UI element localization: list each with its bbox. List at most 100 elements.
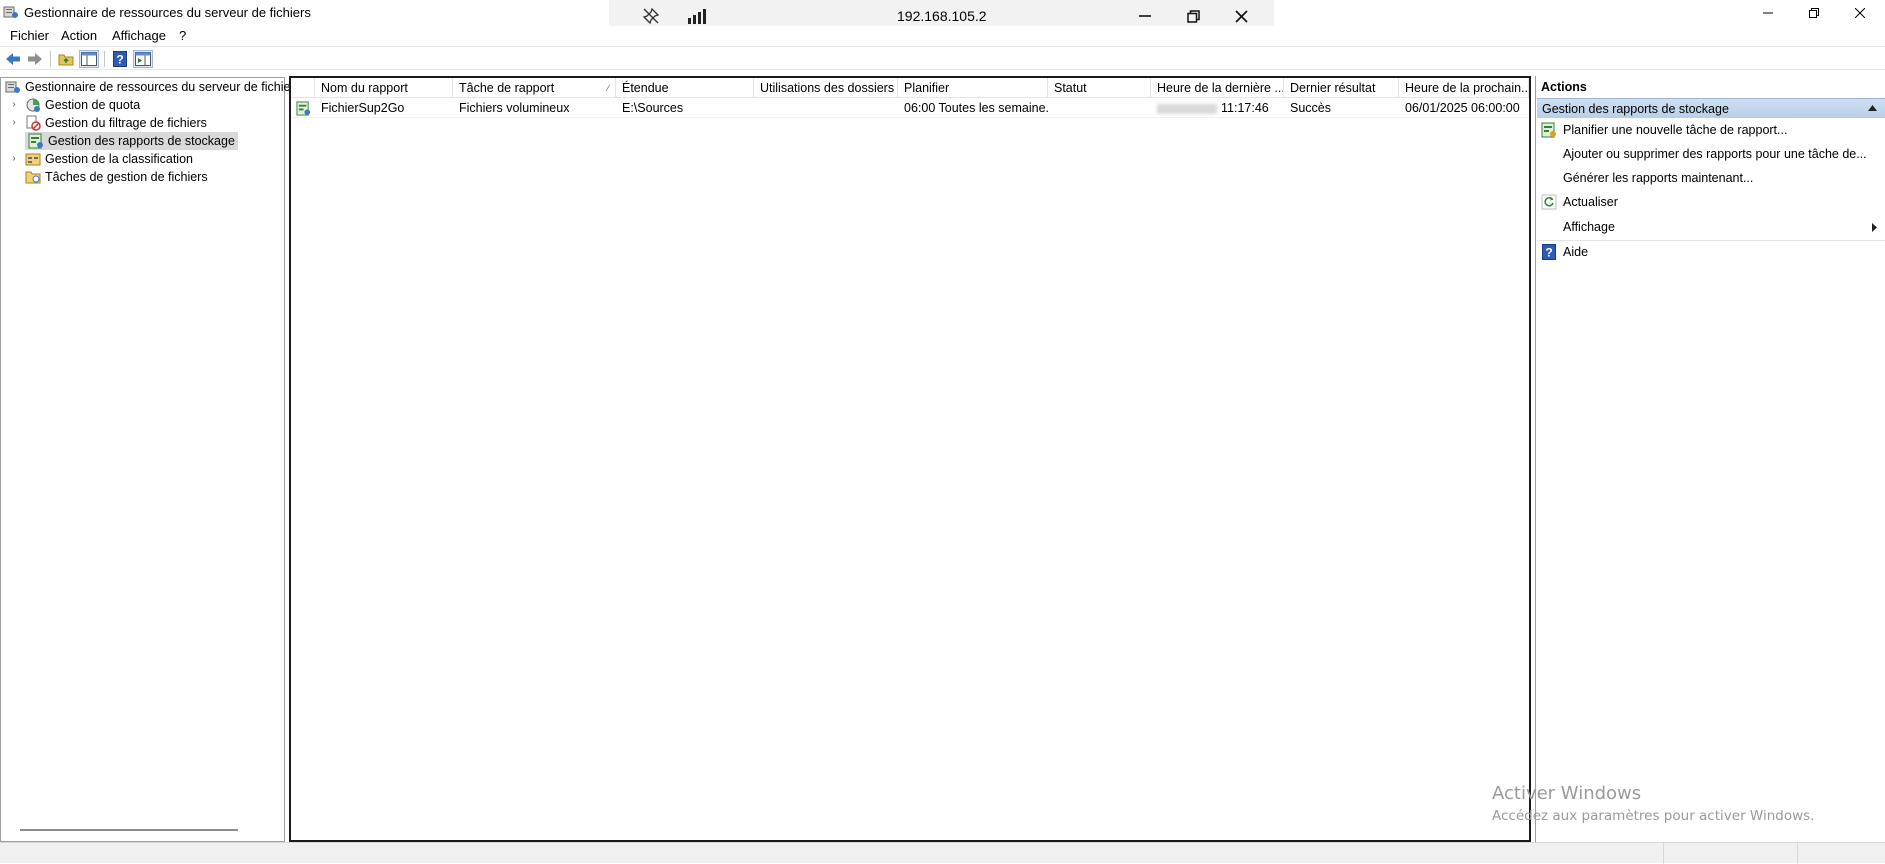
tree-item-label: Gestion des rapports de stockage bbox=[48, 134, 235, 148]
action-label: Aide bbox=[1563, 245, 1589, 259]
svg-text:?: ? bbox=[1545, 246, 1552, 260]
submenu-arrow-icon bbox=[1872, 223, 1877, 232]
status-bar-divider bbox=[1797, 843, 1798, 864]
action-label: Affichage bbox=[1563, 220, 1615, 234]
maximize-button[interactable] bbox=[1791, 0, 1837, 26]
menu-bar: Fichier Action Affichage ? bbox=[0, 26, 1885, 46]
arrow-left-icon bbox=[6, 53, 20, 65]
action-pane-icon bbox=[135, 52, 151, 66]
close-icon bbox=[1234, 9, 1248, 23]
tree-item-label: Tâches de gestion de fichiers bbox=[45, 170, 208, 184]
actions-section-header[interactable]: Gestion des rapports de stockage bbox=[1537, 98, 1885, 118]
help-button[interactable]: ? bbox=[110, 50, 130, 68]
toolbar: ? bbox=[0, 46, 1885, 70]
action-generer-rapports[interactable]: Générer les rapports maintenant... bbox=[1537, 168, 1885, 188]
column-header-nom-du-rapport[interactable]: Nom du rapport bbox=[315, 78, 453, 98]
minimize-icon bbox=[1139, 15, 1151, 17]
minimize-icon bbox=[1763, 12, 1773, 14]
tree-horizontal-scrollbar[interactable] bbox=[20, 829, 238, 831]
action-label: Générer les rapports maintenant... bbox=[1563, 171, 1754, 185]
folder-up-icon bbox=[58, 54, 74, 66]
cell-report-task: Fichiers volumineux bbox=[459, 101, 570, 115]
forward-button[interactable] bbox=[25, 50, 45, 68]
menu-action[interactable]: Action bbox=[61, 26, 97, 46]
tree-item-taches-de-gestion[interactable]: Tâches de gestion de fichiers bbox=[5, 168, 301, 186]
tree-root[interactable]: Gestionnaire de ressources du serveur de… bbox=[5, 78, 301, 96]
tree-item-gestion-des-rapports[interactable]: Gestion des rapports de stockage bbox=[5, 132, 301, 150]
menu-affichage[interactable]: Affichage bbox=[112, 26, 166, 46]
signal-bars-icon bbox=[688, 9, 706, 24]
folder-tasks-icon bbox=[25, 171, 41, 184]
activation-watermark-title: Activer Windows bbox=[1492, 783, 1642, 804]
console-tree-icon bbox=[81, 52, 97, 66]
column-header-planifier[interactable]: Planifier bbox=[898, 78, 1048, 98]
arrow-right-icon bbox=[28, 53, 42, 65]
console-tree-pane: Gestionnaire de ressources du serveur de… bbox=[0, 77, 301, 842]
expand-chevron-icon[interactable]: › bbox=[9, 114, 19, 132]
cell-schedule: 06:00 Toutes les semaine... bbox=[904, 101, 1048, 115]
minimize-button[interactable] bbox=[1745, 0, 1791, 26]
tree-selection-highlight: Gestion des rapports de stockage bbox=[25, 132, 238, 150]
action-label: Actualiser bbox=[1563, 195, 1618, 209]
actions-pane: Actions Gestion des rapports de stockage… bbox=[1535, 76, 1885, 842]
cell-next-run-time: 06/01/2025 06:00:00 bbox=[1405, 101, 1520, 115]
tree-item-gestion-de-la-classification[interactable]: › Gestion de la classification bbox=[5, 150, 301, 168]
status-bar-divider bbox=[1663, 843, 1664, 864]
action-label: Planifier une nouvelle tâche de rapport.… bbox=[1563, 123, 1788, 137]
file-server-icon bbox=[3, 6, 18, 18]
show-hide-console-tree-button[interactable] bbox=[79, 50, 99, 68]
new-report-task-icon bbox=[1541, 122, 1556, 138]
file-screen-icon bbox=[26, 115, 41, 131]
menu-help[interactable]: ? bbox=[179, 26, 186, 46]
status-bar bbox=[0, 842, 1885, 864]
tree-item-gestion-du-filtrage[interactable]: › Gestion du filtrage de fichiers bbox=[5, 114, 301, 132]
cell-status bbox=[1048, 98, 1151, 118]
action-aide[interactable]: ? Aide bbox=[1537, 242, 1885, 262]
menu-fichier[interactable]: Fichier bbox=[10, 26, 49, 46]
column-header-heure-derniere[interactable]: Heure de la dernière ... bbox=[1151, 78, 1284, 98]
cell-scope: E:\Sources bbox=[622, 101, 684, 115]
expand-chevron-icon[interactable]: › bbox=[9, 96, 19, 114]
expand-chevron-icon[interactable]: › bbox=[9, 150, 19, 168]
close-icon bbox=[1855, 8, 1865, 18]
tree-item-label: Gestion de la classification bbox=[45, 152, 193, 166]
tree-item-label: Gestion de quota bbox=[45, 98, 141, 112]
column-header-tache-de-rapport[interactable]: Tâche de rapport ⁄ bbox=[453, 78, 616, 98]
up-level-button[interactable] bbox=[56, 50, 76, 68]
collapse-up-icon[interactable] bbox=[1868, 105, 1877, 111]
column-header-label: Tâche de rapport bbox=[459, 81, 555, 95]
cell-report-name: FichierSup2Go bbox=[321, 101, 405, 115]
column-header-icon[interactable] bbox=[291, 78, 315, 98]
show-hide-action-pane-button[interactable] bbox=[133, 50, 153, 68]
action-planifier-nouvelle-tache[interactable]: Planifier une nouvelle tâche de rapport.… bbox=[1537, 120, 1885, 140]
row-icon-cell bbox=[293, 98, 315, 118]
report-tasks-list: Nom du rapport Tâche de rapport ⁄ Étendu… bbox=[289, 76, 1531, 842]
console-tree: Gestionnaire de ressources du serveur de… bbox=[5, 78, 301, 186]
back-button[interactable] bbox=[3, 50, 23, 68]
column-header-statut[interactable]: Statut bbox=[1048, 78, 1151, 98]
column-header-dernier-resultat[interactable]: Dernier résultat bbox=[1284, 78, 1399, 98]
remote-host-address: 192.168.105.2 bbox=[897, 8, 987, 24]
svg-text:?: ? bbox=[116, 53, 123, 67]
action-affichage[interactable]: Affichage bbox=[1537, 217, 1885, 237]
action-actualiser[interactable]: Actualiser bbox=[1537, 192, 1885, 212]
actions-divider bbox=[1537, 240, 1885, 241]
activation-watermark-text: Accédez aux paramètres pour activer Wind… bbox=[1492, 808, 1815, 824]
action-label: Ajouter ou supprimer des rapports pour u… bbox=[1563, 147, 1867, 161]
action-ajouter-supprimer-rapports[interactable]: Ajouter ou supprimer des rapports pour u… bbox=[1537, 144, 1885, 164]
tree-item-label: Gestion du filtrage de fichiers bbox=[45, 116, 207, 130]
cell-last-run-time: 11:17:46 bbox=[1151, 98, 1284, 118]
close-button[interactable] bbox=[1837, 0, 1883, 26]
toolbar-separator bbox=[104, 51, 105, 67]
table-row[interactable]: FichierSup2Go Fichiers volumineux E:\Sou… bbox=[291, 98, 1529, 118]
column-header-etendue[interactable]: Étendue bbox=[616, 78, 754, 98]
tree-item-gestion-de-quota[interactable]: › Gestion de quota bbox=[5, 96, 301, 114]
sort-ascending-icon: ⁄ bbox=[607, 83, 609, 93]
storage-report-icon bbox=[28, 133, 43, 149]
help-icon: ? bbox=[1542, 244, 1556, 260]
actions-section-label: Gestion des rapports de stockage bbox=[1542, 102, 1729, 116]
column-header-utilisations-des-dossiers[interactable]: Utilisations des dossiers bbox=[754, 78, 898, 98]
column-header-heure-prochaine[interactable]: Heure de la prochain... bbox=[1399, 78, 1529, 98]
cell-last-result: Succès bbox=[1290, 101, 1331, 115]
quota-icon bbox=[26, 98, 40, 112]
